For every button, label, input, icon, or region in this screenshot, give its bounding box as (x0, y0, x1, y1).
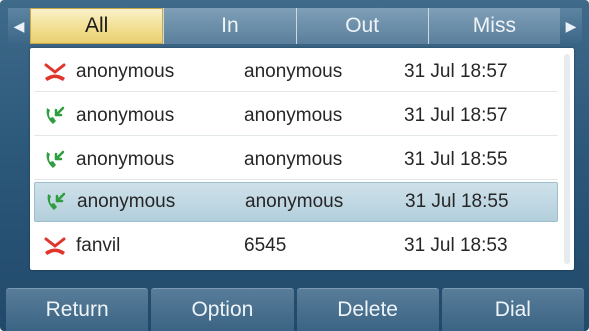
scrollbar[interactable] (564, 54, 570, 264)
tab-in[interactable]: In (163, 8, 296, 44)
call-number: anonymous (244, 104, 343, 126)
call-number: 6545 (244, 235, 287, 256)
incoming-call-icon (35, 191, 77, 213)
call-time: 31 Jul 18:55 (405, 191, 509, 212)
call-number: anonymous (244, 148, 343, 170)
missed-call-icon (34, 235, 76, 257)
delete-button[interactable]: Delete (296, 288, 439, 331)
call-log-row[interactable]: fanvil 6545 31 Jul 18:53 (34, 226, 558, 266)
call-log-list: anonymous anonymous 31 Jul 18:57 anonymo… (30, 48, 574, 270)
call-number: anonymous (245, 191, 344, 212)
phone-screen: ◀ All In Out Miss ▶ anonymous anonymous … (0, 0, 589, 331)
tab-left-arrow-icon[interactable]: ◀ (8, 8, 30, 44)
call-name: anonymous (76, 60, 175, 82)
call-log-row-selected[interactable]: anonymous anonymous 31 Jul 18:55 (34, 182, 558, 222)
call-time: 31 Jul 18:57 (404, 60, 508, 82)
tab-list: All In Out Miss (30, 8, 560, 44)
call-name: anonymous (76, 104, 175, 126)
call-name: anonymous (77, 191, 176, 212)
call-log-row[interactable]: anonymous anonymous 31 Jul 18:55 (34, 140, 558, 180)
call-time: 31 Jul 18:57 (404, 104, 508, 126)
tab-out[interactable]: Out (295, 8, 428, 44)
tab-miss[interactable]: Miss (427, 8, 560, 44)
call-log-row[interactable]: anonymous anonymous 31 Jul 18:57 (34, 52, 558, 92)
incoming-call-icon (34, 105, 76, 127)
return-button[interactable]: Return (6, 288, 149, 331)
softkey-bar: Return Option Delete Dial (6, 288, 584, 331)
call-name: fanvil (76, 235, 121, 256)
call-log-tab-bar: ◀ All In Out Miss ▶ (8, 8, 582, 44)
tab-all[interactable]: All (30, 8, 164, 44)
incoming-call-icon (34, 149, 76, 171)
tab-right-arrow-icon[interactable]: ▶ (560, 8, 582, 44)
option-button[interactable]: Option (151, 288, 294, 331)
call-log-row[interactable]: anonymous anonymous 31 Jul 18:57 (34, 96, 558, 136)
dial-button[interactable]: Dial (441, 288, 584, 331)
call-name: anonymous (76, 148, 175, 170)
call-number: anonymous (244, 60, 343, 82)
missed-call-icon (34, 61, 76, 83)
call-time: 31 Jul 18:55 (404, 148, 508, 170)
call-time: 31 Jul 18:53 (404, 235, 508, 256)
